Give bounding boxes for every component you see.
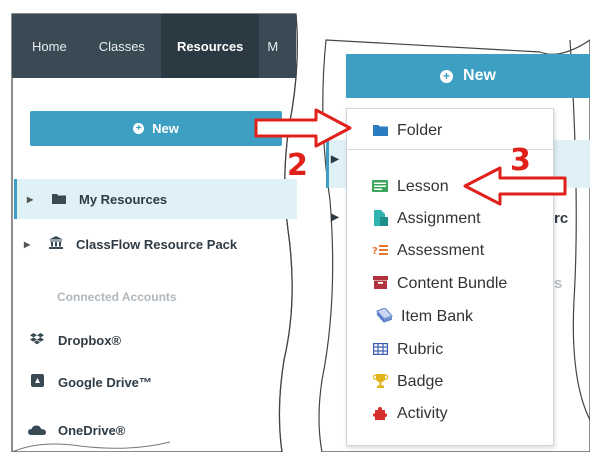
step-number-2: 2: [287, 148, 308, 183]
step-number-3: 3: [510, 143, 531, 178]
arrow-to-folder: [254, 108, 352, 148]
callout-arrows: [254, 108, 567, 206]
